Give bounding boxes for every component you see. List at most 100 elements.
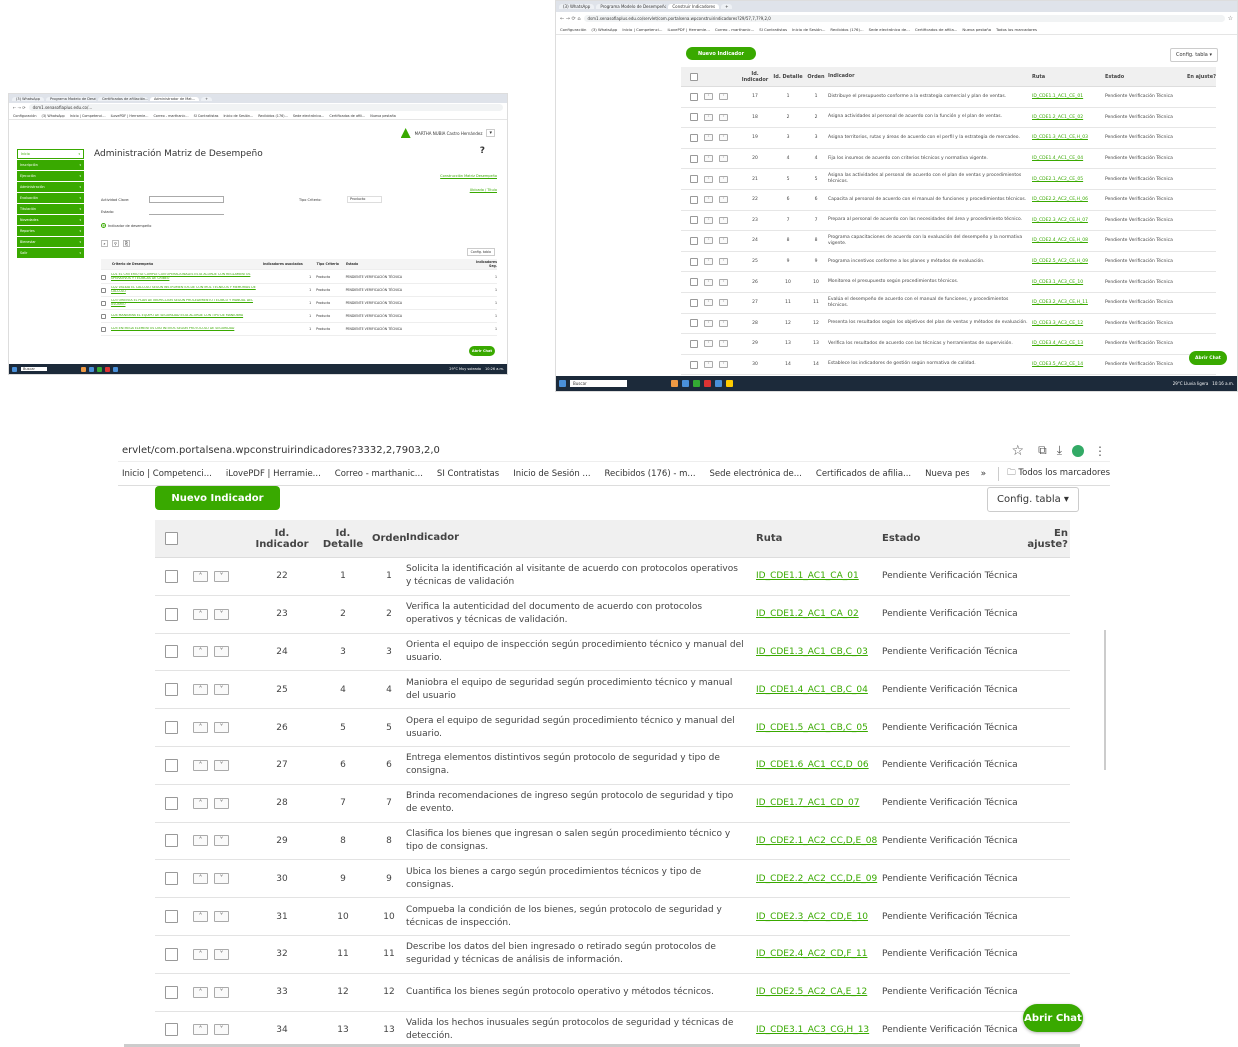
move-down-icon[interactable]: ˅ xyxy=(214,570,229,582)
sidebar-item[interactable]: Titulación ▾ xyxy=(17,204,84,214)
row-checkbox[interactable] xyxy=(690,339,698,348)
move-up-icon[interactable]: ˄ xyxy=(193,873,208,885)
row-checkbox[interactable] xyxy=(165,985,178,999)
bookmark-link[interactable]: Inicio de Sesión... xyxy=(792,27,825,32)
app-icon[interactable] xyxy=(670,380,678,387)
bookmark-link[interactable]: Certificados de afilia... xyxy=(915,27,958,32)
filter-icon[interactable]: ⚲ xyxy=(112,240,119,247)
ruta-link[interactable]: ID_CDE1.4_AC1_CE_04 xyxy=(1032,156,1105,161)
ruta-link[interactable]: ID_CDE2.1_AC2_CC,D,E_08 xyxy=(756,836,882,846)
bookmark-link[interactable]: SI Contratistas xyxy=(194,114,219,118)
abrir-chat-button[interactable]: Abrir Chat xyxy=(469,346,495,356)
move-up-icon[interactable]: ˄ xyxy=(704,319,713,327)
kebab-menu-icon[interactable]: ⋮ xyxy=(1094,444,1106,458)
row-checkbox[interactable] xyxy=(690,92,698,101)
move-up-icon[interactable]: ˄ xyxy=(193,759,208,771)
bookmark-link[interactable]: Nueva pestaña xyxy=(925,469,969,479)
ruta-link[interactable]: ID_CDE3.5_AC3_CE_14 xyxy=(1032,362,1105,367)
bookmark-link[interactable]: Inicio de Sesión ... xyxy=(513,469,590,479)
ruta-link[interactable]: ID_CDE1.3_AC1_CB,C_03 xyxy=(756,647,882,657)
bookmark-link[interactable]: Correo - marthanic... xyxy=(335,469,423,479)
sidebar-item[interactable]: Inicio ▾ xyxy=(17,149,84,159)
move-down-icon[interactable]: ˅ xyxy=(719,216,728,224)
browser-tab[interactable]: + xyxy=(721,4,733,9)
ruta-link[interactable]: ID_CDE1.3_AC1_CE,H_03 xyxy=(1032,135,1105,140)
app-icon[interactable] xyxy=(80,366,86,372)
bookmark-link[interactable]: Nueva pestaña xyxy=(962,27,991,32)
construccion-link[interactable]: Construcción Matriz Desempeño xyxy=(440,174,497,178)
config-tabla-button[interactable]: Config. tabla ▾ xyxy=(987,487,1079,512)
row-checkbox[interactable] xyxy=(165,607,178,621)
ruta-link[interactable]: ID_CDE1.5_AC1_CB,C_05 xyxy=(756,723,882,733)
bookmark-link[interactable]: Nueva pestaña xyxy=(370,114,396,118)
row-checkbox[interactable] xyxy=(101,300,106,306)
ruta-link[interactable]: ID_CDE2.5_AC2_CA,E_12 xyxy=(756,987,882,997)
abrir-chat-button[interactable]: Abrir Chat xyxy=(1189,351,1227,365)
move-up-icon[interactable]: ˄ xyxy=(704,113,713,121)
bookmark-link[interactable]: Recibidos (176)... xyxy=(258,114,288,118)
bookmark-link[interactable]: Configuración xyxy=(13,114,37,118)
sidebar-item[interactable]: Bienestar ▾ xyxy=(17,237,84,247)
move-down-icon[interactable]: ˅ xyxy=(719,319,728,327)
bookmark-link[interactable]: (3) WhatsApp xyxy=(591,27,617,32)
windows-start-icon[interactable] xyxy=(559,380,566,387)
bookmark-link[interactable]: Inicio | Competenci... xyxy=(122,469,212,479)
sidebar-item[interactable]: Novedades ▾ xyxy=(17,215,84,225)
row-checkbox[interactable] xyxy=(165,947,178,961)
ruta-link[interactable]: ID_CDE3.1_AC3_CG,H_13 xyxy=(756,1025,882,1035)
move-up-icon[interactable]: ˄ xyxy=(193,570,208,582)
sidebar-item[interactable]: Administración ▾ xyxy=(17,182,84,192)
row-checkbox[interactable] xyxy=(165,569,178,583)
row-checkbox[interactable] xyxy=(690,236,698,245)
move-down-icon[interactable]: ˅ xyxy=(719,340,728,348)
nav-arrows-icon[interactable]: ← → ⟳ ⌂ xyxy=(560,16,581,22)
move-up-icon[interactable]: ˄ xyxy=(193,646,208,658)
bookmark-link[interactable]: (3) WhatsApp xyxy=(42,114,65,118)
bookmark-link[interactable]: Sede electrónica de... xyxy=(869,27,910,32)
move-down-icon[interactable]: ˅ xyxy=(719,361,728,369)
row-checkbox[interactable] xyxy=(165,1023,178,1037)
windows-start-icon[interactable] xyxy=(12,366,17,372)
browser-tab[interactable]: Certificados de afiliación... xyxy=(97,96,148,101)
move-down-icon[interactable]: ˅ xyxy=(214,797,229,809)
ruta-link[interactable]: ID_CDE2.3_AC2_CE,H_07 xyxy=(1032,218,1105,223)
all-bookmarks-link[interactable]: 🗀 Todos los marcadores xyxy=(998,466,1110,481)
move-up-icon[interactable]: ˄ xyxy=(704,196,713,204)
ruta-link[interactable]: ID_CDE3.1_AC3_CE_10 xyxy=(1032,280,1105,285)
row-checkbox[interactable] xyxy=(101,287,106,293)
move-up-icon[interactable]: ˄ xyxy=(704,258,713,266)
move-down-icon[interactable]: ˅ xyxy=(214,873,229,885)
row-checkbox[interactable] xyxy=(165,872,178,886)
criterio-link[interactable]: CD2 VALIDA EL CÁLCULO SEGÚN INSTRUMENTOS… xyxy=(111,286,257,294)
move-down-icon[interactable]: ˅ xyxy=(214,646,229,658)
config-tabla-button[interactable]: Config. tabla xyxy=(466,248,495,256)
add-indicador-link[interactable]: + Indicador de desempeño xyxy=(101,223,151,228)
row-checkbox[interactable] xyxy=(165,645,178,659)
row-checkbox[interactable] xyxy=(690,113,698,122)
row-checkbox[interactable] xyxy=(690,257,698,266)
bookmark-link[interactable]: Configuración xyxy=(560,27,586,32)
move-up-icon[interactable]: ˄ xyxy=(704,134,713,142)
nuevo-indicador-button[interactable]: Nuevo Indicador xyxy=(155,486,280,510)
taskbar-search[interactable]: Buscar xyxy=(21,367,47,371)
bookmark-link[interactable]: Correo - marthanic... xyxy=(153,114,188,118)
url-input[interactable]: dsm1.senasofiaplus.edu.co/servlet/com.po… xyxy=(583,15,1225,22)
bookmark-link[interactable]: Inicio de Sesión... xyxy=(223,114,253,118)
bookmark-link[interactable]: Certificados de afilia... xyxy=(816,469,911,479)
browser-tab[interactable]: + xyxy=(201,96,213,101)
search-icon[interactable]: ⌕ xyxy=(101,240,108,247)
app-icon[interactable] xyxy=(88,366,94,372)
move-down-icon[interactable]: ˅ xyxy=(214,684,229,696)
move-up-icon[interactable]: ˄ xyxy=(193,948,208,960)
actividad-select[interactable] xyxy=(149,196,224,203)
profile-avatar[interactable] xyxy=(1072,444,1084,457)
ruta-link[interactable]: ID_CDE1.2_AC1_CE_02 xyxy=(1032,115,1105,120)
browser-tab[interactable]: Programa Modelo de Desempeño xyxy=(596,4,667,9)
move-up-icon[interactable]: ˄ xyxy=(704,93,713,101)
ruta-link[interactable]: ID_CDE1.4_AC1_CB,C_04 xyxy=(756,685,882,695)
move-down-icon[interactable]: ˅ xyxy=(719,258,728,266)
browser-tab[interactable]: (3) WhatsApp xyxy=(12,96,44,101)
bookmark-link[interactable]: Recibidos (176)... xyxy=(830,27,863,32)
vertical-scrollbar[interactable] xyxy=(1104,630,1106,770)
app-icon[interactable] xyxy=(681,380,689,387)
